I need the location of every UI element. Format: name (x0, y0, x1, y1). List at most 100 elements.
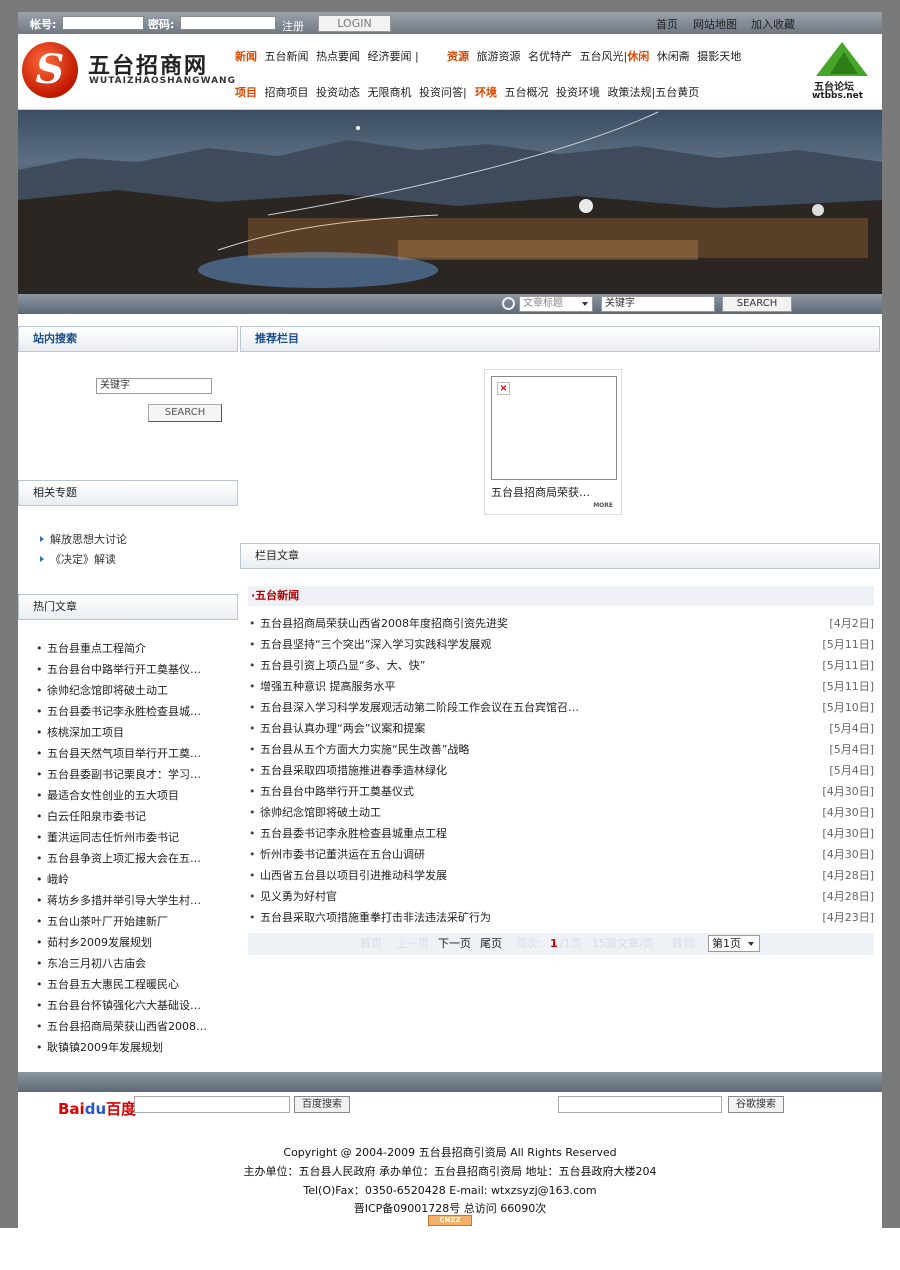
nav-leisure-head[interactable]: 休闲 (627, 50, 649, 63)
nav-item[interactable]: 休闲斋 (657, 50, 690, 63)
hot-article-item[interactable]: 茹村乡2009发展规划 (36, 932, 236, 953)
hot-article-item[interactable]: 五台县争资上项汇报大会在五… (36, 848, 236, 869)
icp-text: 晋ICP备09001728号 总访问 66090次 (353, 1202, 547, 1215)
news-date: [5月11日] (822, 680, 874, 693)
hot-article-item[interactable]: 五台县五大惠民工程暖民心 (36, 974, 236, 995)
news-title[interactable]: 见义勇为好村官 (260, 890, 337, 903)
hot-article-item[interactable]: 五台山茶叶厂开始建新厂 (36, 911, 236, 932)
news-title[interactable]: 增强五种意识 提高服务水平 (260, 680, 396, 693)
news-item: 五台县坚持“三个突出”深入学习实践科学发展观 [5月11日] (248, 634, 874, 655)
hot-article-item[interactable]: 最适合女性创业的五大项目 (36, 785, 236, 806)
news-item: 五台县委书记李永胜检查县城重点工程 [4月30日] (248, 823, 874, 844)
search-field-select[interactable]: 文章标题 (519, 296, 593, 312)
news-item: 五台县台中路举行开工奠基仪式 [4月30日] (248, 781, 874, 802)
hot-article-item[interactable]: 五台县招商局荣获山西省2008… (36, 1016, 236, 1037)
baidu-search-input[interactable] (134, 1096, 290, 1113)
hot-article-item[interactable]: 徐帅纪念馆即将破土动工 (36, 680, 236, 701)
account-input[interactable] (62, 16, 144, 30)
nav-item[interactable]: 热点要闻 (316, 50, 360, 63)
sitemap-link[interactable]: 网站地图 (693, 16, 737, 32)
news-category-header[interactable]: ·五台新闻 (248, 586, 874, 606)
nav-item[interactable]: 经济要闻 | (368, 50, 419, 63)
nav-item[interactable]: 名优特产 (528, 50, 572, 63)
hot-article-item[interactable]: 五台县台怀镇强化六大基础设… (36, 995, 236, 1016)
chevron-down-icon (582, 302, 588, 306)
news-title[interactable]: 五台县坚持“三个突出”深入学习实践科学发展观 (260, 638, 491, 651)
hot-article-item[interactable]: 五台县台中路举行开工奠基仪… (36, 659, 236, 680)
hot-article-item[interactable]: 耿镇镇2009年发展规划 (36, 1037, 236, 1058)
nav-item[interactable]: 政策法规|五台黄页 (608, 86, 700, 99)
nav-item[interactable]: 招商项目 (265, 86, 309, 99)
nav-item[interactable]: 无限商机 (368, 86, 412, 99)
nav-environment-head[interactable]: 环境 (475, 86, 497, 99)
topic-item[interactable]: 解放思想大讨论 (40, 530, 127, 550)
sidebar-search-button[interactable]: SEARCH (148, 404, 222, 422)
recommend-card[interactable]: × 五台县招商局荣获… MORE (484, 369, 622, 515)
nav-item[interactable]: 五台概况 (505, 86, 549, 99)
next-page-link[interactable]: 下一页 (438, 933, 471, 955)
news-title[interactable]: 五台县采取四项措施推进春季造林绿化 (260, 764, 447, 777)
forum-domain[interactable]: wtbbs.net (812, 91, 863, 101)
news-date: [5月10日] (822, 701, 874, 714)
recommend-more-link[interactable]: MORE (593, 502, 613, 509)
google-search-button[interactable]: 谷歌搜索 (728, 1096, 784, 1113)
nav-projects: 项目 招商项目 投资动态 无限商机 投资问答| (235, 84, 471, 100)
nav-resources-head[interactable]: 资源 (447, 50, 469, 63)
register-link[interactable]: 注册 (282, 18, 304, 34)
cnzz-badge-icon[interactable]: CNZZ (428, 1215, 472, 1226)
recommend-caption[interactable]: 五台县招商局荣获… (491, 484, 590, 500)
hot-article-item[interactable]: 核桃深加工项目 (36, 722, 236, 743)
news-title[interactable]: 五台县深入学习科学发展观活动第二阶段工作会议在五台宾馆召… (260, 701, 579, 714)
login-bar: 帐号: 密码: 注册 LOGIN 首页 网站地图 加入收藏 (18, 12, 882, 34)
home-link[interactable]: 首页 (656, 16, 678, 32)
news-title[interactable]: 五台县从五个方面大力实施“民生改善”战略 (260, 743, 469, 756)
hot-article-item[interactable]: 董洪运同志任忻州市委书记 (36, 827, 236, 848)
google-search-input[interactable] (558, 1096, 722, 1113)
hot-article-item[interactable]: 五台县委书记李永胜检查县城… (36, 701, 236, 722)
hot-article-item[interactable]: 白云任阳泉市委书记 (36, 806, 236, 827)
nav-item[interactable]: 摄影天地 (697, 50, 741, 63)
news-title[interactable]: 忻州市委书记董洪运在五台山调研 (260, 848, 425, 861)
recommend-image[interactable]: × (491, 376, 617, 480)
news-title[interactable]: 五台县引资上项凸显“多、大、快” (260, 659, 425, 672)
nav-news-head[interactable]: 新闻 (235, 50, 257, 63)
hot-article-item[interactable]: 五台县天然气项目举行开工奠… (36, 743, 236, 764)
nav-item[interactable]: 投资问答| (419, 86, 467, 99)
nav-item[interactable]: 投资环境 (556, 86, 600, 99)
news-title[interactable]: 五台县招商局荣获山西省2008年度招商引资先进奖 (260, 617, 508, 630)
last-page-link[interactable]: 尾页 (480, 933, 502, 955)
password-input[interactable] (180, 16, 276, 30)
banner-search-bar: 文章标题 关键字 SEARCH (18, 294, 882, 314)
nav-environment: 环境 五台概况 投资环境 政策法规|五台黄页 (475, 84, 703, 100)
hot-article-item[interactable]: 蒋坊乡多措并举引导大学生村… (36, 890, 236, 911)
favorite-link[interactable]: 加入收藏 (751, 16, 795, 32)
banner-search-button[interactable]: SEARCH (722, 296, 792, 312)
news-title[interactable]: 五台县委书记李永胜检查县城重点工程 (260, 827, 447, 840)
news-title[interactable]: 徐帅纪念馆即将破土动工 (260, 806, 381, 819)
nav-item[interactable]: 五台新闻 (265, 50, 309, 63)
news-title[interactable]: 山西省五台县以项目引进推动科学发展 (260, 869, 447, 882)
login-button[interactable]: LOGIN (318, 15, 391, 32)
hot-article-item[interactable]: 东冶三月初八古庙会 (36, 953, 236, 974)
nav-item[interactable]: 五台风光| (580, 50, 628, 63)
page: 帐号: 密码: 注册 LOGIN 首页 网站地图 加入收藏 S 五台招商网 WU… (18, 12, 882, 1228)
hot-article-item[interactable]: 五台县重点工程简介 (36, 638, 236, 659)
baidu-logo[interactable]: Baidu百度 (58, 1098, 136, 1119)
broken-image-icon: × (497, 382, 510, 395)
page-select[interactable]: 第1页 (708, 935, 760, 952)
banner-keyword-input[interactable]: 关键字 (601, 296, 715, 312)
news-title[interactable]: 五台县认真办理“两会”议案和提案 (260, 722, 425, 735)
copyright-text: Copyright @ 2004-2009 五台县招商引资局 All Right… (283, 1146, 617, 1159)
nav-item[interactable]: 旅游资源 (477, 50, 521, 63)
baidu-search-button[interactable]: 百度搜索 (294, 1096, 350, 1113)
magnifier-icon (502, 297, 515, 310)
nav-projects-head[interactable]: 项目 (235, 86, 257, 99)
news-item: 五台县招商局荣获山西省2008年度招商引资先进奖 [4月2日] (248, 613, 874, 634)
sidebar-keyword-input[interactable]: 关键字 (96, 378, 212, 394)
hot-article-item[interactable]: 峨岭 (36, 869, 236, 890)
nav-item[interactable]: 投资动态 (316, 86, 360, 99)
news-title[interactable]: 五台县采取六项措施重拳打击非法违法采矿行为 (260, 911, 491, 924)
news-title[interactable]: 五台县台中路举行开工奠基仪式 (260, 785, 414, 798)
topic-item[interactable]: 《决定》解读 (40, 550, 127, 570)
hot-article-item[interactable]: 五台县委副书记栗良才：学习… (36, 764, 236, 785)
